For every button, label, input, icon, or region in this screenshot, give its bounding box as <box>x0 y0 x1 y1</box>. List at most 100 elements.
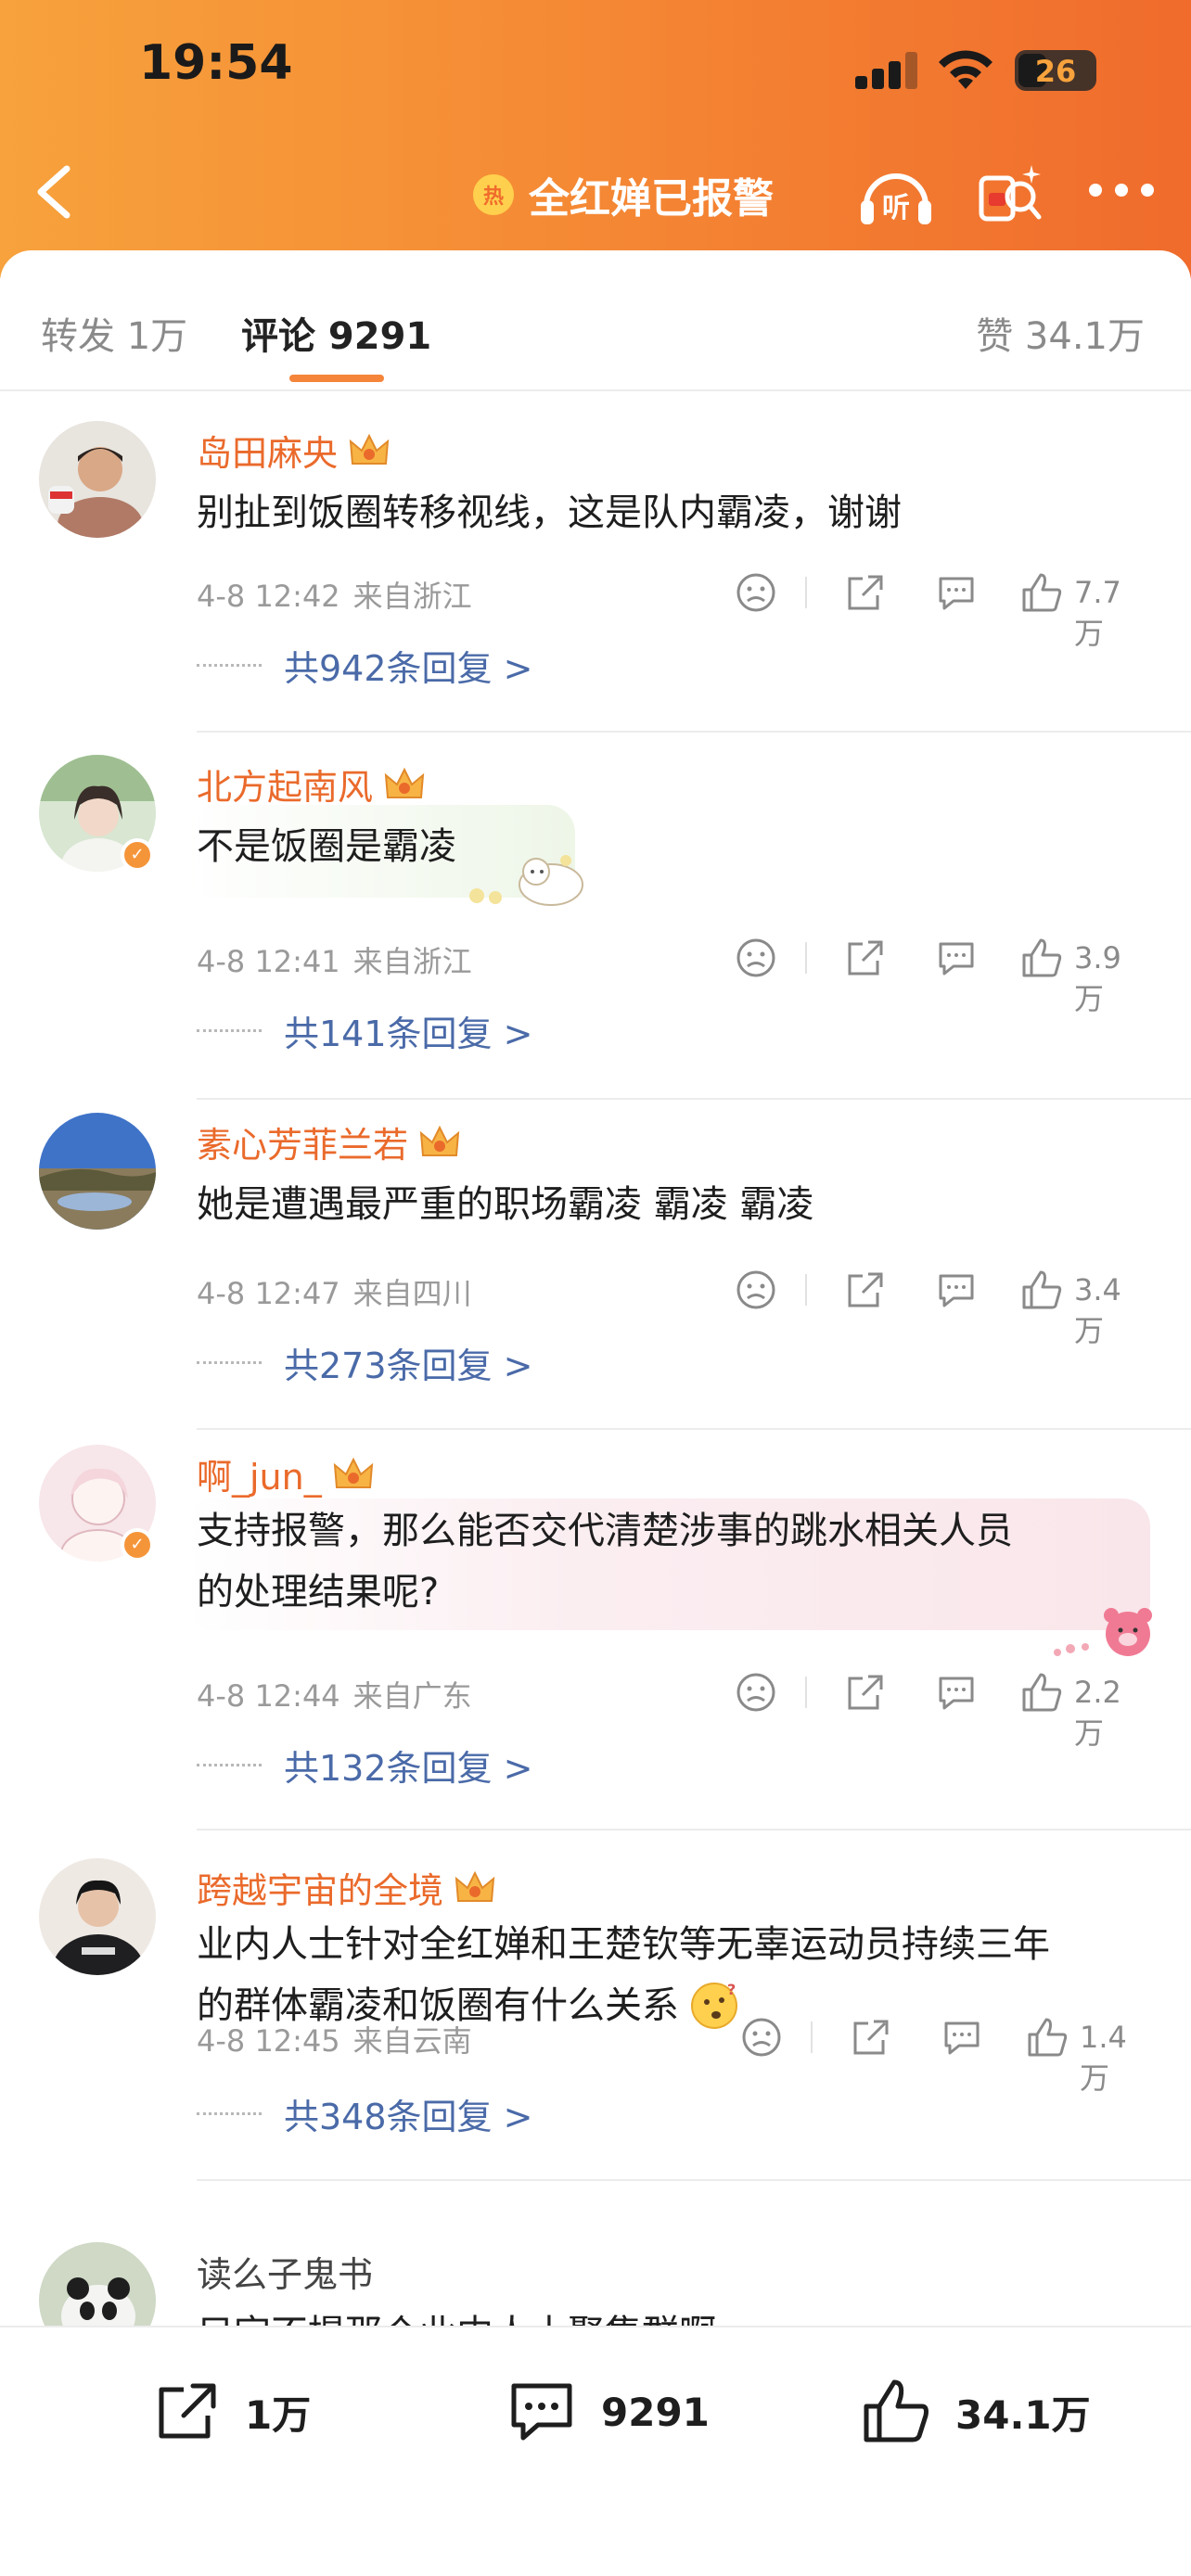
battery-icon: 26 <box>1015 50 1096 91</box>
reply-icon[interactable] <box>933 1669 980 1715</box>
bottom-repost-button[interactable]: 1万 <box>148 2370 311 2454</box>
share-icon[interactable] <box>840 569 887 616</box>
svg-text:听: 听 <box>882 192 910 224</box>
comment-count: 9291 <box>601 2389 710 2435</box>
tab-comments[interactable]: 评论 9291 <box>241 306 431 360</box>
reply-icon[interactable] <box>933 935 980 981</box>
share-icon <box>159 2383 216 2439</box>
more-options-icon[interactable] <box>1087 180 1158 202</box>
topic-title[interactable]: 热 全红婵已报警 <box>473 167 774 223</box>
comment-location: 来自云南 <box>352 2023 472 2059</box>
comment-time: 4-8 12:41 <box>197 944 340 979</box>
replies-row[interactable]: 共273条回复 > <box>197 1337 532 1388</box>
comment-actions: 3.9万 <box>686 935 1150 1016</box>
view-replies-link[interactable]: 共273条回复 > <box>284 1337 532 1388</box>
repost-count: 1万 <box>245 2391 312 2438</box>
dislike-face-icon[interactable] <box>738 2014 785 2060</box>
comment-meta: 4-8 12:41 来自浙江 <box>197 938 472 981</box>
username[interactable]: 读么子鬼书 <box>197 2246 373 2297</box>
comments-panel: 转发 1万 评论 9291 赞 34.1万 岛田麻央 别扯到饭圈转移视线，这是队… <box>0 250 1191 2359</box>
crown-icon <box>419 1125 460 1156</box>
tab-likes[interactable]: 赞 34.1万 <box>976 306 1145 360</box>
verified-badge: ✓ <box>121 838 154 872</box>
comment-actions: 2.2万 <box>686 1669 1150 1751</box>
like-count: 3.9万 <box>1074 940 1121 1016</box>
comment-actions: 1.4万 <box>686 2014 1150 2096</box>
reply-icon[interactable] <box>933 569 980 616</box>
share-icon[interactable] <box>846 2014 892 2060</box>
like-count: 1.4万 <box>1080 2020 1127 2096</box>
battery-level: 26 <box>1034 54 1077 89</box>
verified-badge: ✓ <box>121 1528 154 1562</box>
comment-actions: 3.4万 <box>686 1267 1150 1348</box>
dislike-face-icon[interactable] <box>733 1669 779 1715</box>
replies-row[interactable]: 共348条回复 > <box>197 2088 532 2139</box>
header: 19:54 26 热 全红婵已报警 听 <box>0 0 1191 278</box>
bottom-comment-button[interactable]: 9291 <box>505 2370 710 2454</box>
comment-meta: 4-8 12:45 来自云南 <box>197 2018 472 2060</box>
dislike-face-icon[interactable] <box>733 935 779 981</box>
replies-row[interactable]: 共132条回复 > <box>197 1740 532 1791</box>
view-replies-link[interactable]: 共132条回复 > <box>284 1740 532 1791</box>
like-count: 2.2万 <box>1074 1675 1121 1751</box>
status-bar: 19:54 26 <box>0 0 1191 139</box>
comment-meta: 4-8 12:42 来自浙江 <box>197 573 472 616</box>
headphones-icon[interactable]: 听 <box>857 159 935 228</box>
comment-text-line: 的处理结果呢? <box>197 1571 440 1613</box>
comment-text: 支持报警，那么能否交代清楚涉事的跳水相关人员 的处理结果呢? <box>197 1500 1133 1623</box>
red-packet-scan-icon[interactable] <box>976 159 1044 228</box>
comment-time: 4-8 12:47 <box>197 1276 340 1311</box>
active-tab-indicator <box>289 375 384 382</box>
like-icon[interactable] <box>1018 569 1065 616</box>
crown-icon <box>333 1457 373 1488</box>
back-button[interactable] <box>28 159 83 224</box>
dislike-face-icon[interactable] <box>733 569 779 616</box>
wifi-icon <box>939 50 992 89</box>
comment-text: 她是遭遇最严重的职场霸凌 霸凌 霸凌 <box>197 1183 814 1226</box>
view-replies-link[interactable]: 共141条回复 > <box>284 1005 532 1056</box>
comment-text-line: 业内人士针对全红婵和王楚钦等无辜运动员持续三年 <box>197 1923 1050 1966</box>
username[interactable]: 岛田麻央 <box>197 425 390 476</box>
comment-time: 4-8 12:45 <box>197 2023 340 2059</box>
bottom-action-bar: 1万 9291 34.1万 <box>0 2326 1191 2576</box>
dislike-face-icon[interactable] <box>733 1267 779 1313</box>
reply-icon[interactable] <box>933 1267 980 1313</box>
view-replies-link[interactable]: 共942条回复 > <box>284 640 532 691</box>
comment-icon <box>511 2383 572 2441</box>
like-icon[interactable] <box>1018 935 1065 981</box>
avatar[interactable] <box>39 1113 156 1230</box>
share-icon[interactable] <box>840 935 887 981</box>
comment-text: 别扯到饭圈转移视线，这是队内霸凌，谢谢 <box>197 491 902 534</box>
like-count-total: 34.1万 <box>955 2391 1091 2438</box>
svg-text:?: ? <box>727 1981 736 1998</box>
avatar[interactable] <box>39 421 156 538</box>
avatar[interactable] <box>39 1858 156 1975</box>
comment-meta: 4-8 12:47 来自四川 <box>197 1270 472 1313</box>
view-replies-link[interactable]: 共348条回复 > <box>284 2088 532 2139</box>
like-icon[interactable] <box>1018 1267 1065 1313</box>
like-icon <box>864 2379 928 2442</box>
replies-row[interactable]: 共942条回复 > <box>197 640 532 691</box>
comment-time: 4-8 12:42 <box>197 579 340 614</box>
comment-meta: 4-8 12:44 来自广东 <box>197 1673 472 1715</box>
replies-row[interactable]: 共141条回复 > <box>197 1005 532 1056</box>
share-icon[interactable] <box>840 1267 887 1313</box>
like-icon[interactable] <box>1024 2014 1070 2060</box>
hot-badge: 热 <box>473 174 514 215</box>
comment-location: 来自浙江 <box>352 579 472 614</box>
share-icon[interactable] <box>840 1669 887 1715</box>
crown-icon <box>455 1870 495 1902</box>
username[interactable]: 素心芳菲兰若 <box>197 1116 460 1167</box>
like-icon[interactable] <box>1018 1669 1065 1715</box>
like-count: 3.4万 <box>1074 1272 1121 1348</box>
username[interactable]: 北方起南风 <box>197 759 425 810</box>
bottom-like-button[interactable]: 34.1万 <box>859 2370 1091 2454</box>
tab-bar: 转发 1万 评论 9291 赞 34.1万 <box>0 250 1191 391</box>
reply-icon[interactable] <box>939 2014 985 2060</box>
username[interactable]: 跨越宇宙的全境 <box>197 1862 495 1913</box>
username[interactable]: 啊_jun_ <box>197 1448 374 1499</box>
crown-icon <box>384 767 425 798</box>
tab-repost[interactable]: 转发 1万 <box>41 306 187 360</box>
status-time: 19:54 <box>139 35 293 91</box>
like-count: 7.7万 <box>1074 575 1121 651</box>
